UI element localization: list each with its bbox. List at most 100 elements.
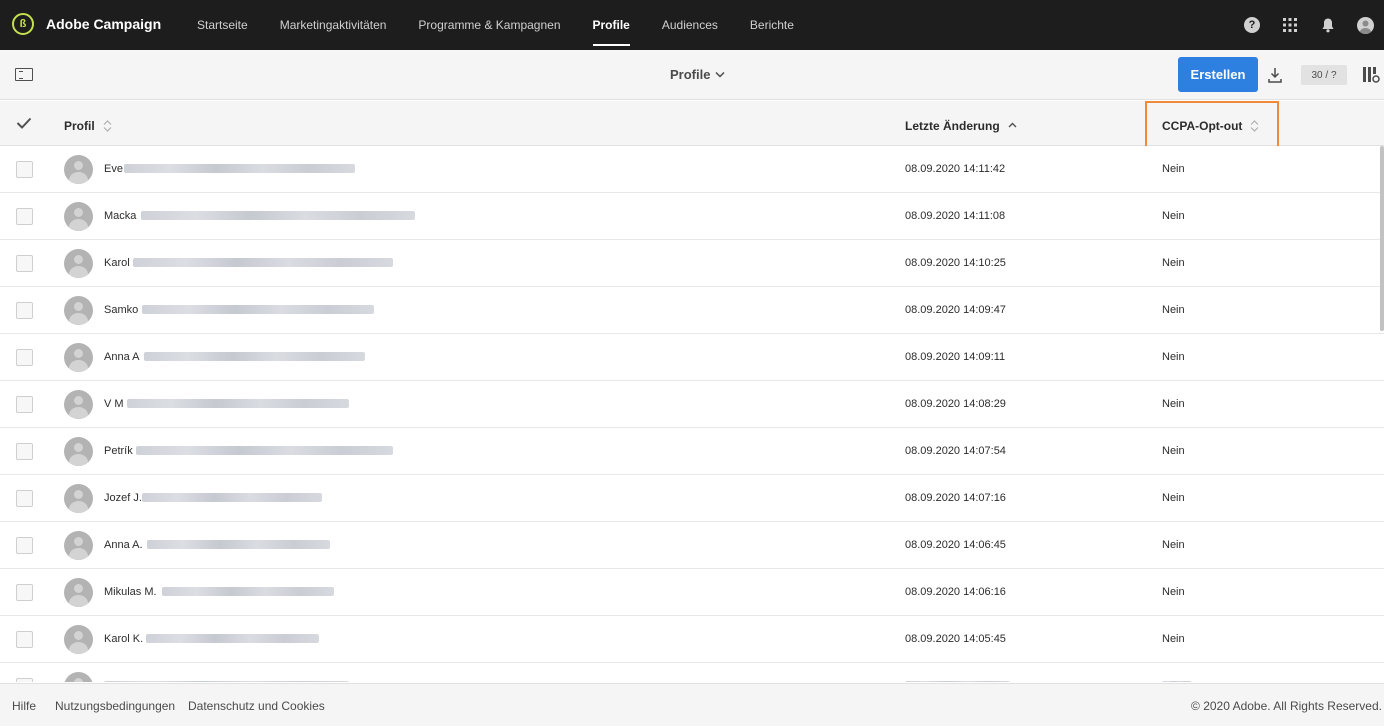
profile-avatar-icon	[64, 155, 93, 184]
redacted-email	[144, 352, 365, 361]
view-title: Profile	[670, 67, 711, 82]
redacted-email	[133, 258, 393, 267]
profile-avatar-icon	[64, 578, 93, 607]
panel-toggle-icon[interactable]	[15, 68, 33, 81]
footer-link-terms[interactable]: Nutzungsbedingungen	[55, 699, 175, 713]
help-icon[interactable]: ?	[1243, 16, 1261, 34]
profile-avatar-icon	[64, 296, 93, 325]
row-checkbox[interactable]	[16, 537, 33, 554]
create-button[interactable]: Erstellen	[1178, 57, 1258, 92]
row-checkbox[interactable]	[16, 396, 33, 413]
profile-name[interactable]: Karol K.	[104, 633, 143, 645]
last-modified: 08.09.2020 14:11:42	[905, 163, 1006, 175]
profile-name[interactable]: Macka	[104, 210, 136, 222]
column-label: Letzte Änderung	[905, 119, 1000, 133]
top-bar: ß Adobe Campaign Startseite Marketingakt…	[0, 0, 1384, 50]
row-checkbox[interactable]	[16, 161, 33, 178]
profile-name[interactable]: Eve	[104, 163, 123, 175]
profile-name[interactable]: Jozef J.	[104, 492, 142, 504]
table-row[interactable]: Macka 08.09.2020 14:11:08 Nein	[0, 193, 1384, 240]
table-row[interactable]: V M 08.09.2020 14:08:29 Nein	[0, 381, 1384, 428]
redacted-email	[124, 164, 355, 173]
last-modified: 08.09.2020 14:09:47	[905, 304, 1006, 316]
redacted-email	[104, 681, 349, 682]
row-checkbox[interactable]	[16, 631, 33, 648]
apps-grid-icon[interactable]	[1281, 16, 1299, 34]
row-checkbox[interactable]	[16, 678, 33, 682]
bell-icon[interactable]	[1319, 16, 1337, 34]
app-name[interactable]: Adobe Campaign	[46, 16, 161, 32]
redacted-email	[147, 540, 330, 549]
table-row[interactable]: Petrík 08.09.2020 14:07:54 Nein	[0, 428, 1384, 475]
row-checkbox[interactable]	[16, 490, 33, 507]
table-row[interactable]: Mikulas M. 08.09.2020 14:06:16 Nein	[0, 569, 1384, 616]
ccpa-value: Nein	[1162, 257, 1185, 269]
footer-link-privacy[interactable]: Datenschutz und Cookies	[188, 699, 325, 713]
column-header-letzte-aenderung[interactable]: Letzte Änderung	[905, 119, 1017, 133]
last-modified: 08.09.2020 14:07:16	[905, 492, 1006, 504]
adobe-campaign-logo-icon[interactable]: ß	[12, 13, 34, 35]
row-checkbox[interactable]	[16, 443, 33, 460]
copyright: © 2020 Adobe. All Rights Reserved.	[1191, 699, 1382, 713]
nav-item-startseite[interactable]: Startseite	[181, 0, 264, 50]
ccpa-value: Nein	[1162, 351, 1185, 363]
redacted-date	[905, 681, 1010, 682]
checkmark-icon[interactable]	[16, 117, 32, 129]
column-settings-icon[interactable]	[1362, 66, 1380, 84]
chevron-down-icon	[715, 71, 725, 78]
column-header-profil[interactable]: Profil	[64, 119, 112, 133]
row-checkbox[interactable]	[16, 208, 33, 225]
last-modified: 08.09.2020 14:09:11	[905, 351, 1006, 363]
footer: Hilfe Nutzungsbedingungen Datenschutz un…	[0, 683, 1384, 726]
nav-item-audiences[interactable]: Audiences	[646, 0, 734, 50]
profile-avatar-icon	[64, 625, 93, 654]
record-count-badge: 30 / ?	[1301, 65, 1347, 85]
ccpa-value: Nein	[1162, 492, 1185, 504]
profile-name[interactable]: Samko	[104, 304, 138, 316]
nav-item-berichte[interactable]: Berichte	[734, 0, 810, 50]
main-nav: Startseite Marketingaktivitäten Programm…	[181, 0, 810, 50]
ccpa-value: Nein	[1162, 210, 1185, 222]
ccpa-value: Nein	[1162, 539, 1185, 551]
table-row[interactable]: Karol 08.09.2020 14:10:25 Nein	[0, 240, 1384, 287]
profile-name[interactable]: Petrík	[104, 445, 133, 457]
redacted-email	[142, 493, 322, 502]
profile-name[interactable]: Anna A.	[104, 539, 143, 551]
ccpa-value: Nein	[1162, 445, 1185, 457]
view-title-dropdown[interactable]: Profile	[670, 67, 725, 82]
last-modified: 08.09.2020 14:10:25	[905, 257, 1006, 269]
table-row[interactable]: Karol K. 08.09.2020 14:05:45 Nein	[0, 616, 1384, 663]
sort-icon	[103, 120, 112, 132]
download-icon[interactable]	[1267, 66, 1283, 84]
nav-item-profile[interactable]: Profile	[577, 0, 646, 50]
profile-name[interactable]: Karol	[104, 257, 130, 269]
table-row[interactable]: Samko 08.09.2020 14:09:47 Nein	[0, 287, 1384, 334]
vertical-scrollbar[interactable]	[1380, 146, 1384, 331]
row-checkbox[interactable]	[16, 302, 33, 319]
profile-avatar-icon	[64, 343, 93, 372]
row-checkbox[interactable]	[16, 255, 33, 272]
nav-item-programme-kampagnen[interactable]: Programme & Kampagnen	[402, 0, 576, 50]
profile-name[interactable]: Mikulas M.	[104, 586, 157, 598]
table-row[interactable]	[0, 663, 1384, 682]
table-row[interactable]: Anna A 08.09.2020 14:09:11 Nein	[0, 334, 1384, 381]
table-row[interactable]: Anna A. 08.09.2020 14:06:45 Nein	[0, 522, 1384, 569]
last-modified: 08.09.2020 14:08:29	[905, 398, 1006, 410]
table-row[interactable]: Jozef J. 08.09.2020 14:07:16 Nein	[0, 475, 1384, 522]
profile-name[interactable]: V M	[104, 398, 124, 410]
table-row[interactable]: Eve 08.09.2020 14:11:42 Nein	[0, 146, 1384, 193]
profile-avatar-icon	[64, 672, 93, 682]
profile-name[interactable]: Anna A	[104, 351, 139, 363]
profile-avatar-icon	[64, 531, 93, 560]
last-modified: 08.09.2020 14:11:08	[905, 210, 1006, 222]
redacted-email	[146, 634, 319, 643]
redacted-email	[162, 587, 334, 596]
ccpa-value: Nein	[1162, 163, 1185, 175]
row-checkbox[interactable]	[16, 349, 33, 366]
last-modified: 08.09.2020 14:05:45	[905, 633, 1006, 645]
redacted-email	[142, 305, 374, 314]
user-avatar-icon[interactable]	[1357, 16, 1374, 34]
row-checkbox[interactable]	[16, 584, 33, 601]
footer-link-help[interactable]: Hilfe	[12, 699, 36, 713]
nav-item-marketingaktivitaeten[interactable]: Marketingaktivitäten	[264, 0, 403, 50]
